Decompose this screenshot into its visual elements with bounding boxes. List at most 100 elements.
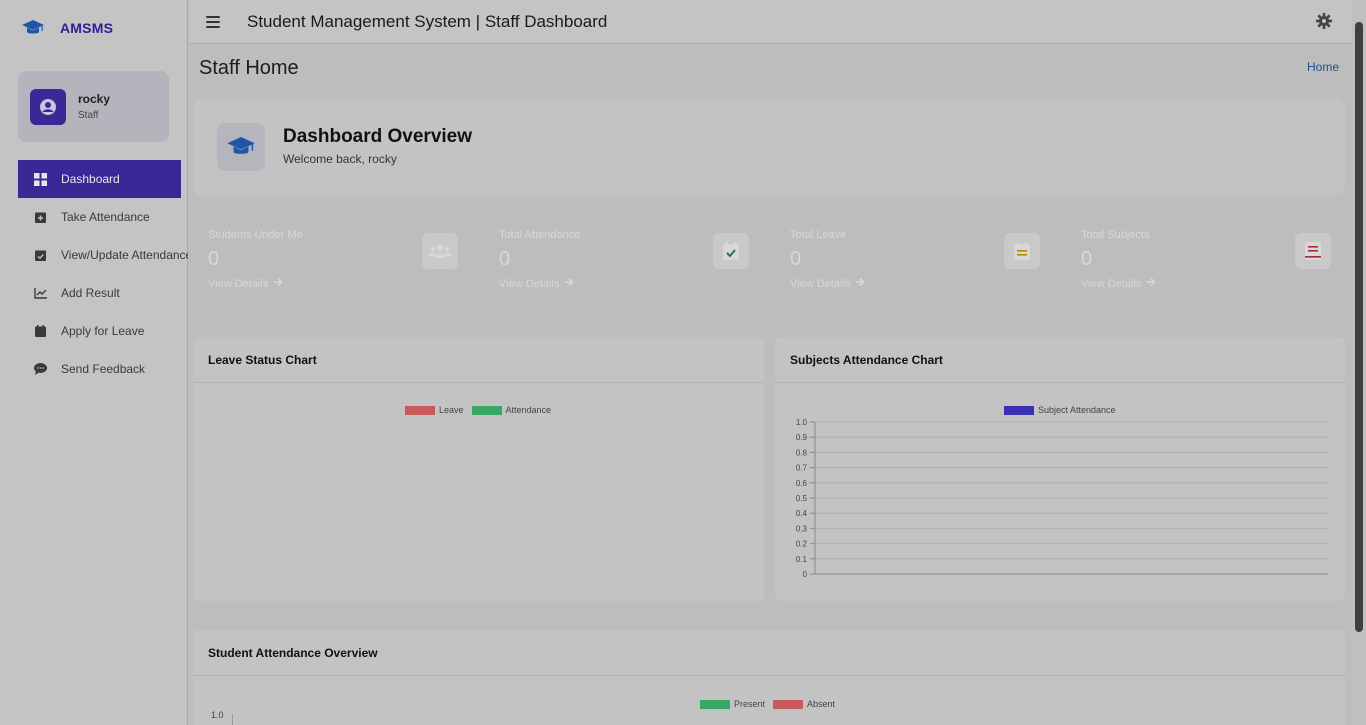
legend-label: Leave bbox=[439, 405, 464, 415]
dashboard-overview-card: Dashboard Overview Welcome back, rocky bbox=[193, 99, 1345, 195]
arrow-right-icon bbox=[273, 277, 283, 290]
legend-label: Attendance bbox=[505, 405, 552, 415]
sidebar-item-view-update-attendance[interactable]: View/Update Attendance bbox=[18, 236, 188, 274]
view-details-link[interactable]: View Details bbox=[499, 277, 574, 290]
sidebar-nav: Dashboard Take Attendance View/Update At… bbox=[18, 160, 188, 388]
card-title: Student Attendance Overview bbox=[193, 630, 1345, 676]
sidebar-item-label: Take Attendance bbox=[61, 210, 150, 224]
link-text: View Details bbox=[499, 277, 560, 290]
scrollbar[interactable] bbox=[1352, 0, 1366, 725]
y-tick-label: 0.3 bbox=[796, 524, 808, 533]
sidebar-item-label: Apply for Leave bbox=[61, 324, 145, 338]
graduation-cap-icon bbox=[21, 16, 45, 40]
legend-swatch bbox=[773, 699, 804, 709]
calendar-icon bbox=[1004, 233, 1040, 269]
y-tick-label: 1.0 bbox=[796, 418, 808, 427]
gear-icon[interactable] bbox=[1316, 13, 1334, 31]
sidebar-item-label: Dashboard bbox=[61, 172, 120, 186]
sidebar-item-dashboard[interactable]: Dashboard bbox=[18, 160, 181, 198]
legend-swatch bbox=[471, 405, 502, 415]
calendar-check-icon bbox=[33, 248, 47, 262]
view-details-link[interactable]: View Details bbox=[790, 277, 865, 290]
sidebar-item-label: View/Update Attendance bbox=[61, 248, 188, 262]
y-tick-label: 0.4 bbox=[796, 509, 808, 518]
app-title: Student Management System | Staff Dashbo… bbox=[247, 11, 608, 31]
stat-card-students: Students Under Me 0 View Details bbox=[193, 213, 473, 307]
y-tick-label: 0.6 bbox=[796, 479, 808, 488]
comment-icon bbox=[33, 362, 47, 376]
brand-name: AMSMS bbox=[60, 20, 114, 36]
subjects-attendance-chart-card: Subjects Attendance Chart Subject Attend… bbox=[775, 337, 1345, 601]
stat-value: 0 bbox=[1081, 248, 1093, 270]
y-tick-label: 0.8 bbox=[796, 448, 808, 457]
sidebar-item-label: Send Feedback bbox=[61, 362, 146, 376]
sidebar-item-label: Add Result bbox=[61, 286, 120, 300]
scrollbar-thumb[interactable] bbox=[1355, 22, 1363, 632]
calendar-check-icon bbox=[713, 233, 749, 269]
calendar-icon bbox=[33, 324, 47, 338]
link-text: View Details bbox=[1081, 277, 1142, 290]
menu-toggle-icon[interactable] bbox=[206, 15, 220, 28]
breadcrumb-home[interactable]: Home bbox=[1307, 60, 1339, 74]
legend-item[interactable]: Present bbox=[700, 699, 765, 709]
arrow-right-icon bbox=[855, 277, 865, 290]
card-title: Leave Status Chart bbox=[193, 337, 764, 383]
stat-value: 0 bbox=[499, 248, 511, 270]
view-details-link[interactable]: View Details bbox=[1081, 277, 1156, 290]
legend-item[interactable]: Attendance bbox=[471, 405, 552, 415]
sidebar-item-take-attendance[interactable]: Take Attendance bbox=[18, 198, 188, 236]
sidebar-item-add-result[interactable]: Add Result bbox=[18, 274, 188, 312]
student-attendance-overview-card: Student Attendance Overview Present Abse… bbox=[193, 630, 1345, 725]
stat-value: 0 bbox=[208, 248, 220, 270]
stat-label: Total Subjects bbox=[1081, 229, 1150, 241]
user-role: Staff bbox=[78, 110, 99, 121]
y-tick-label: 0.2 bbox=[796, 540, 808, 549]
chart-legend: Present Absent bbox=[700, 699, 843, 709]
book-icon bbox=[1295, 233, 1331, 269]
user-avatar-icon bbox=[30, 88, 66, 125]
legend-label: Absent bbox=[807, 699, 836, 709]
y-tick-label: 1.0 bbox=[211, 710, 224, 720]
chart-line-icon bbox=[33, 286, 47, 300]
legend-label: Present bbox=[734, 699, 766, 709]
leave-status-chart-card: Leave Status Chart Leave Attendance bbox=[193, 337, 764, 601]
brand[interactable]: AMSMS bbox=[21, 16, 113, 40]
chart-legend: Leave Attendance bbox=[405, 405, 559, 415]
link-text: View Details bbox=[790, 277, 851, 290]
stat-card-attendance: Total Attendance 0 View Details bbox=[484, 213, 764, 307]
arrow-right-icon bbox=[564, 277, 574, 290]
legend-swatch bbox=[405, 405, 435, 415]
stat-label: Students Under Me bbox=[208, 229, 303, 241]
y-tick-label: 0.1 bbox=[796, 555, 808, 564]
legend-item[interactable]: Leave bbox=[405, 405, 464, 415]
y-tick-label: 0 bbox=[803, 570, 808, 579]
sidebar-item-send-feedback[interactable]: Send Feedback bbox=[18, 350, 188, 388]
graduation-cap-icon bbox=[217, 123, 265, 171]
dashboard-icon bbox=[33, 172, 47, 186]
user-name: rocky bbox=[78, 92, 111, 106]
y-axis bbox=[232, 714, 233, 725]
sidebar-item-apply-for-leave[interactable]: Apply for Leave bbox=[18, 312, 188, 350]
arrow-right-icon bbox=[1146, 277, 1156, 290]
overview-subtitle: Welcome back, rocky bbox=[283, 152, 397, 166]
stat-card-leave: Total Leave 0 View Details bbox=[775, 213, 1055, 307]
overview-title: Dashboard Overview bbox=[283, 126, 473, 147]
y-tick-label: 0.9 bbox=[796, 433, 808, 442]
legend-swatch bbox=[700, 699, 730, 709]
page-title: Staff Home bbox=[199, 57, 299, 79]
stat-card-subjects: Total Subjects 0 View Details bbox=[1066, 213, 1346, 307]
link-text: View Details bbox=[208, 277, 269, 290]
users-icon bbox=[422, 233, 458, 269]
view-details-link[interactable]: View Details bbox=[208, 277, 283, 290]
sidebar: AMSMS rocky Staff Dashboard Take Attenda… bbox=[0, 0, 188, 725]
top-navbar: Student Management System | Staff Dashbo… bbox=[189, 0, 1352, 44]
stat-value: 0 bbox=[790, 248, 802, 270]
y-tick-label: 0.7 bbox=[796, 464, 808, 473]
stat-label: Total Attendance bbox=[499, 229, 581, 241]
legend-item[interactable]: Absent bbox=[773, 699, 835, 709]
calendar-plus-icon bbox=[33, 210, 47, 224]
stat-label: Total Leave bbox=[790, 229, 847, 241]
subjects-attendance-chart: 1.0 0.9 0.8 0.7 0.6 0.5 0.4 0.3 0.2 0.1 0 bbox=[796, 418, 1328, 579]
user-panel[interactable]: rocky Staff bbox=[18, 71, 169, 142]
y-tick-label: 0.5 bbox=[796, 494, 808, 503]
